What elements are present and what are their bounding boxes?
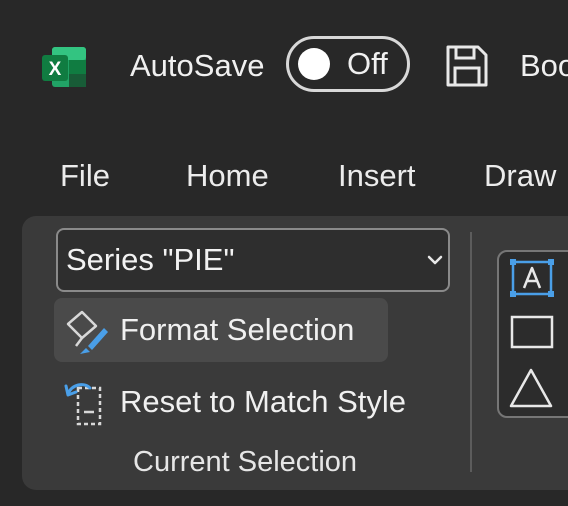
group-label-current-selection: Current Selection: [133, 446, 358, 478]
document-name[interactable]: Boo: [520, 46, 568, 86]
save-icon[interactable]: [444, 43, 490, 89]
shapes-gallery[interactable]: [497, 250, 568, 418]
tab-insert[interactable]: Insert: [338, 155, 416, 197]
chevron-down-icon: [427, 255, 443, 265]
excel-icon[interactable]: X: [38, 41, 90, 93]
excel-window: X AutoSave Off Boo File Home Insert Draw…: [0, 0, 568, 506]
format-selection-label: Format Selection: [120, 312, 355, 347]
autosave-label: AutoSave: [130, 48, 265, 83]
text-box-icon[interactable]: [509, 258, 555, 298]
title-bar: X AutoSave Off Boo: [0, 0, 568, 130]
format-brush-icon: [66, 310, 108, 354]
tab-draw[interactable]: Draw: [484, 155, 556, 197]
reset-to-match-style-button[interactable]: Reset to Match Style: [54, 370, 434, 434]
autosave-toggle[interactable]: Off: [286, 36, 410, 92]
reset-style-icon: [64, 383, 102, 426]
tab-home[interactable]: Home: [186, 155, 269, 197]
rectangle-icon[interactable]: [509, 314, 555, 350]
selected-chart-element: Series "PIE": [66, 242, 235, 277]
toggle-knob: [298, 48, 330, 80]
chart-elements-dropdown[interactable]: Series "PIE": [56, 228, 450, 292]
excel-icon-letter: X: [49, 59, 62, 80]
reset-to-match-style-label: Reset to Match Style: [120, 384, 407, 419]
group-divider: [470, 232, 472, 472]
tab-file[interactable]: File: [60, 155, 110, 197]
format-selection-button[interactable]: Format Selection: [54, 298, 388, 362]
triangle-icon[interactable]: [507, 366, 555, 410]
autosave-state-label: Off: [347, 46, 388, 81]
